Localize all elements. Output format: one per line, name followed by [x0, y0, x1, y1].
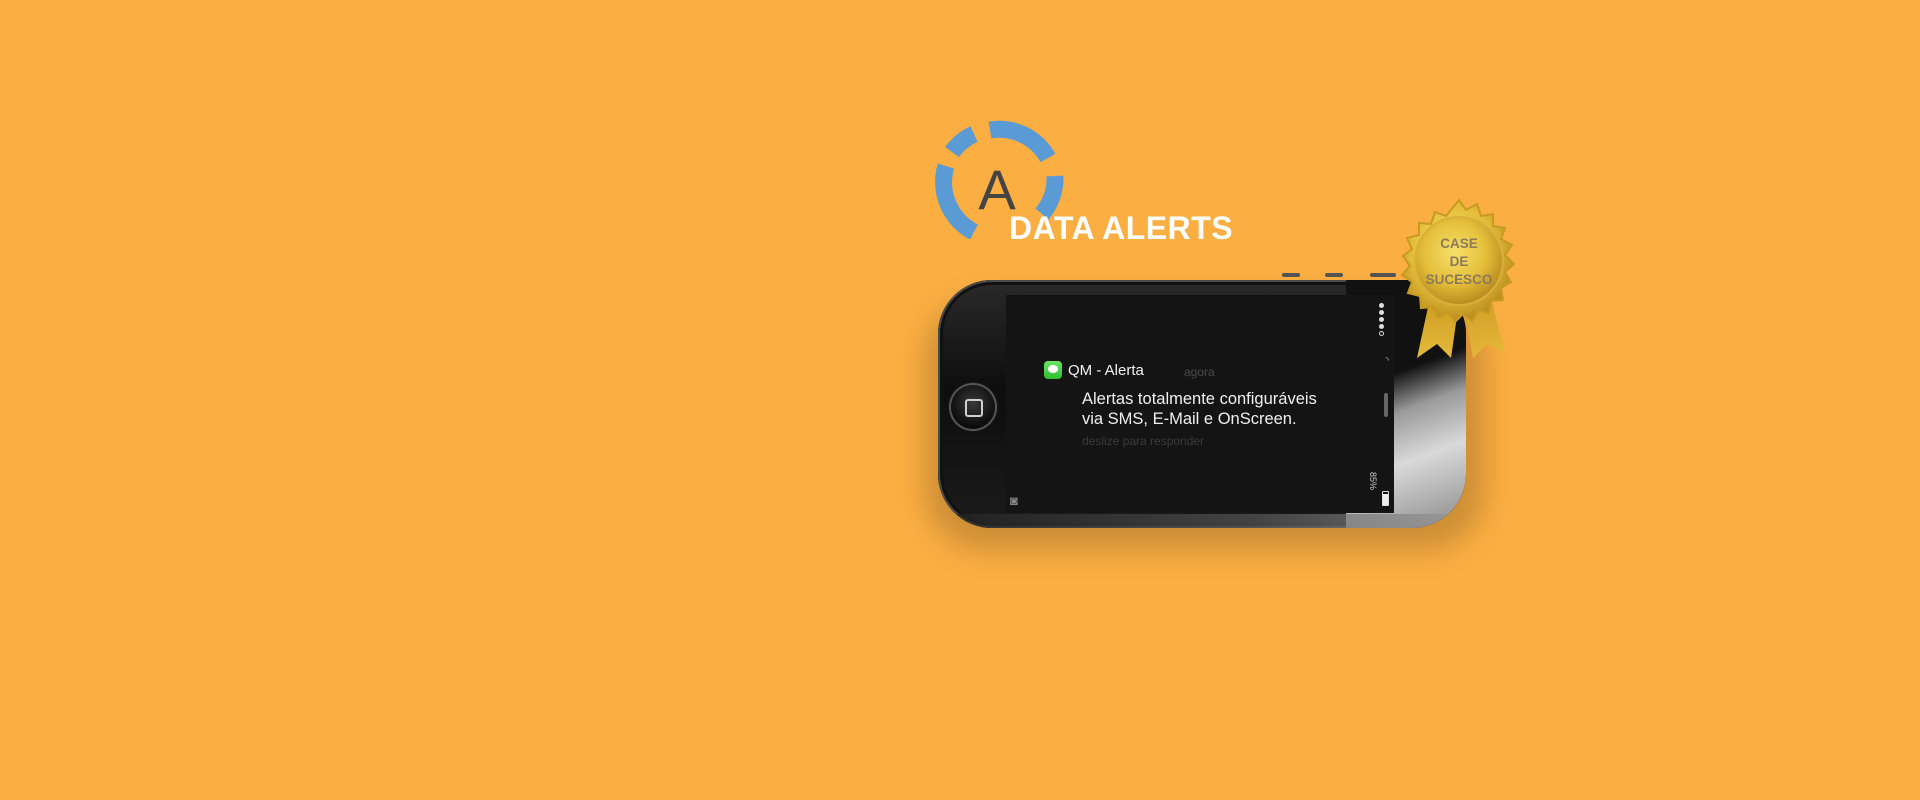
notification-message-line2: via SMS, E-Mail e OnScreen. [1082, 410, 1297, 428]
home-button[interactable] [951, 385, 995, 429]
messages-icon [1044, 361, 1062, 379]
signal-dot [1379, 331, 1384, 336]
signal-dot [1379, 303, 1384, 308]
camera-icon[interactable]: ◙ [1010, 493, 1024, 508]
notification-app-name: QM - Alerta [1068, 362, 1144, 379]
lock-screen: ◝ 85% ◙ QM - Alerta agora Alertas totalm… [1006, 295, 1394, 513]
wifi-icon: ◝ [1385, 355, 1390, 365]
badge-line1: CASE [1440, 236, 1478, 251]
logo-wordmark: DATA ALERTS [1009, 210, 1234, 246]
phone-volume-button [1282, 273, 1300, 277]
badge-line2: DE [1449, 254, 1469, 269]
notification-message-line1: Alertas totalmente configuráveis [1082, 390, 1317, 408]
battery-icon [1382, 491, 1389, 506]
battery-percentage: 85% [1367, 472, 1378, 491]
home-square-icon [965, 399, 983, 417]
signal-dot [1379, 310, 1384, 315]
phone-device: ◝ 85% ◙ QM - Alerta agora Alertas totalm… [938, 280, 1466, 528]
notification-message: Alertas totalmente configuráveis via SMS… [1082, 389, 1317, 429]
badge-label: CASE DE SUCESCO [1410, 235, 1508, 289]
notification-time: agora [1184, 365, 1215, 379]
slide-to-reply-hint: deslize para responder [1082, 434, 1205, 448]
phone-volume-button-2 [1325, 273, 1343, 277]
signal-dot [1379, 324, 1384, 329]
phone-bottom-edge [938, 514, 1466, 528]
notification-drag-handle[interactable] [1384, 393, 1388, 417]
signal-dot [1379, 317, 1384, 322]
badge-line3: SUCESCO [1425, 272, 1493, 287]
